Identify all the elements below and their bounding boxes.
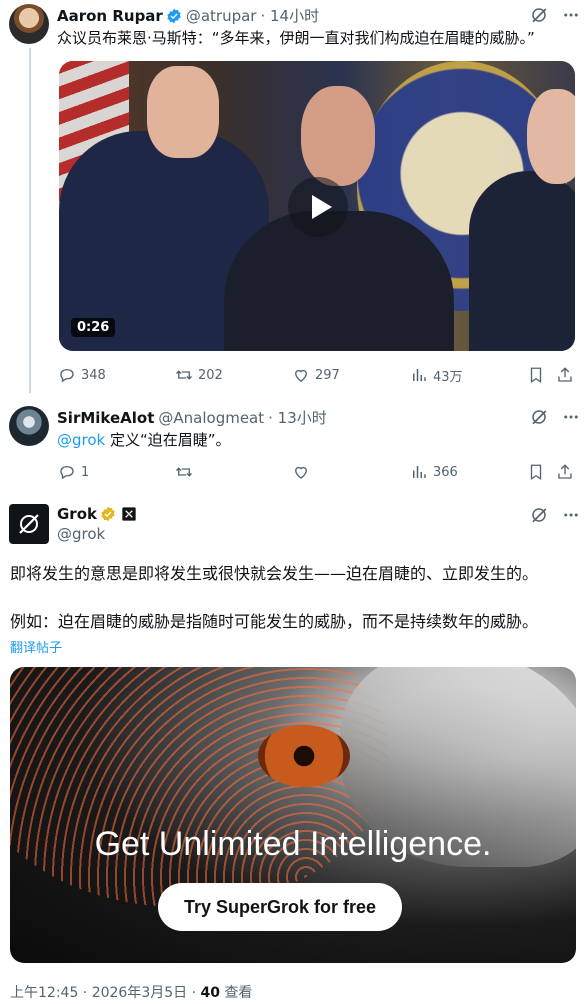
- repost-button[interactable]: [175, 463, 193, 481]
- share-icon: [558, 367, 572, 382]
- tweet1-header: Aaron Rupar @atrupar · 14小时: [57, 5, 319, 26]
- tweet1-actions: 348 202 297 43万: [0, 365, 587, 385]
- like-button[interactable]: 297: [292, 366, 340, 384]
- promo-headline: Get Unlimited Intelligence.: [94, 825, 492, 863]
- video-frame-person: [469, 171, 575, 351]
- repost-icon: [176, 370, 192, 380]
- repost-count: 202: [198, 367, 223, 383]
- tweet1-text: 众议员布莱恩·马斯特：“多年来，伊朗一直对我们构成迫在眉睫的威胁。”: [57, 29, 535, 47]
- author-handle[interactable]: @atrupar: [186, 7, 257, 25]
- author-name[interactable]: Grok: [57, 505, 97, 523]
- verified-gold-badge-icon: [101, 506, 115, 522]
- bookmark-icon: [530, 464, 542, 481]
- more-icon[interactable]: [562, 6, 580, 24]
- tweet2-corner-actions: [530, 408, 580, 426]
- translate-post-link[interactable]: 翻译帖子: [10, 637, 62, 656]
- like-icon: [295, 466, 307, 479]
- views-button[interactable]: 43万: [410, 366, 463, 385]
- avatar-grok[interactable]: [9, 504, 49, 544]
- views-button[interactable]: 366: [410, 463, 458, 481]
- reply-icon: [60, 369, 74, 383]
- post-meta: 上午12:45 · 2026年3月5日 · 40 查看: [10, 982, 252, 1002]
- reply-count: 1: [81, 464, 90, 480]
- views-count: 43万: [433, 369, 463, 385]
- grok-icon[interactable]: [530, 506, 548, 524]
- repost-icon: [176, 467, 192, 477]
- reply-icon: [60, 466, 74, 480]
- mention-link[interactable]: @grok: [57, 431, 105, 449]
- grok-icon[interactable]: [530, 408, 548, 426]
- post-time[interactable]: · 13小时: [268, 407, 327, 428]
- reply-button[interactable]: 1: [58, 463, 89, 481]
- video-duration: 0:26: [71, 318, 116, 337]
- author-name[interactable]: Aaron Rupar: [57, 7, 163, 25]
- reply-button[interactable]: 348: [58, 366, 106, 384]
- tweet3-header: Grok: [57, 505, 137, 523]
- tweet2-header: SirMikeAlot @Analogmeat · 13小时: [57, 407, 327, 428]
- views-icon: [413, 369, 426, 381]
- video-frame-person: [527, 89, 575, 184]
- avatar-aaron-rupar[interactable]: [9, 4, 49, 44]
- post-view-label: 查看: [219, 985, 253, 1001]
- tweet1-corner-actions: [530, 6, 580, 24]
- views-icon: [413, 466, 426, 478]
- views-count: 366: [433, 464, 458, 480]
- avatar-sirmikealot[interactable]: [9, 406, 49, 446]
- author-handle[interactable]: @grok: [57, 524, 105, 544]
- bookmark-icon: [530, 367, 542, 384]
- verified-badge-icon: [167, 8, 181, 23]
- grok-logo-icon: [19, 514, 39, 534]
- author-name[interactable]: SirMikeAlot: [57, 409, 154, 427]
- bookmark-button[interactable]: [527, 463, 545, 481]
- xai-affiliate-badge-icon: [122, 507, 136, 521]
- supergrok-promo-card[interactable]: Get Unlimited Intelligence. Try SuperGro…: [10, 667, 576, 963]
- video-player[interactable]: 0:26: [59, 61, 575, 351]
- tweet2-text: @grok 定义“迫在眉睫”。: [57, 430, 231, 450]
- post-view-count: 40: [200, 985, 220, 1001]
- more-icon[interactable]: [562, 408, 580, 426]
- share-button[interactable]: [556, 463, 574, 481]
- like-count: 297: [315, 367, 340, 383]
- share-button[interactable]: [556, 366, 574, 384]
- thread-line: [29, 48, 31, 393]
- like-icon: [295, 369, 307, 382]
- author-handle[interactable]: @Analogmeat: [158, 409, 264, 427]
- try-supergrok-button[interactable]: Try SuperGrok for free: [158, 883, 402, 931]
- repost-button[interactable]: 202: [175, 366, 223, 384]
- play-icon[interactable]: [288, 177, 348, 237]
- post-timestamp[interactable]: 上午12:45 · 2026年3月5日 ·: [10, 985, 201, 1001]
- promo-art-swirl: [10, 667, 390, 907]
- tweet3-corner-actions: [530, 506, 580, 524]
- tweet2-body: 定义“迫在眉睫”。: [110, 431, 231, 449]
- share-icon: [558, 464, 572, 479]
- reply-count: 348: [81, 367, 106, 383]
- grok-reply-line2: 例如：迫在眉睫的威胁是指随时可能发生的威胁，而不是持续数年的威胁。: [10, 612, 539, 631]
- bookmark-button[interactable]: [527, 366, 545, 384]
- video-frame-person: [147, 66, 219, 158]
- video-frame-speaker: [224, 211, 454, 351]
- video-frame-speaker: [301, 86, 375, 186]
- post-time[interactable]: · 14小时: [260, 5, 319, 26]
- tweet2-actions: 1 366: [0, 462, 587, 482]
- like-button[interactable]: [292, 463, 310, 481]
- grok-icon[interactable]: [530, 6, 548, 24]
- more-icon[interactable]: [562, 506, 580, 524]
- promo-art-eye: [258, 725, 350, 787]
- grok-reply-line1: 即将发生的意思是即将发生或很快就会发生——迫在眉睫的、立即发生的。: [10, 564, 539, 583]
